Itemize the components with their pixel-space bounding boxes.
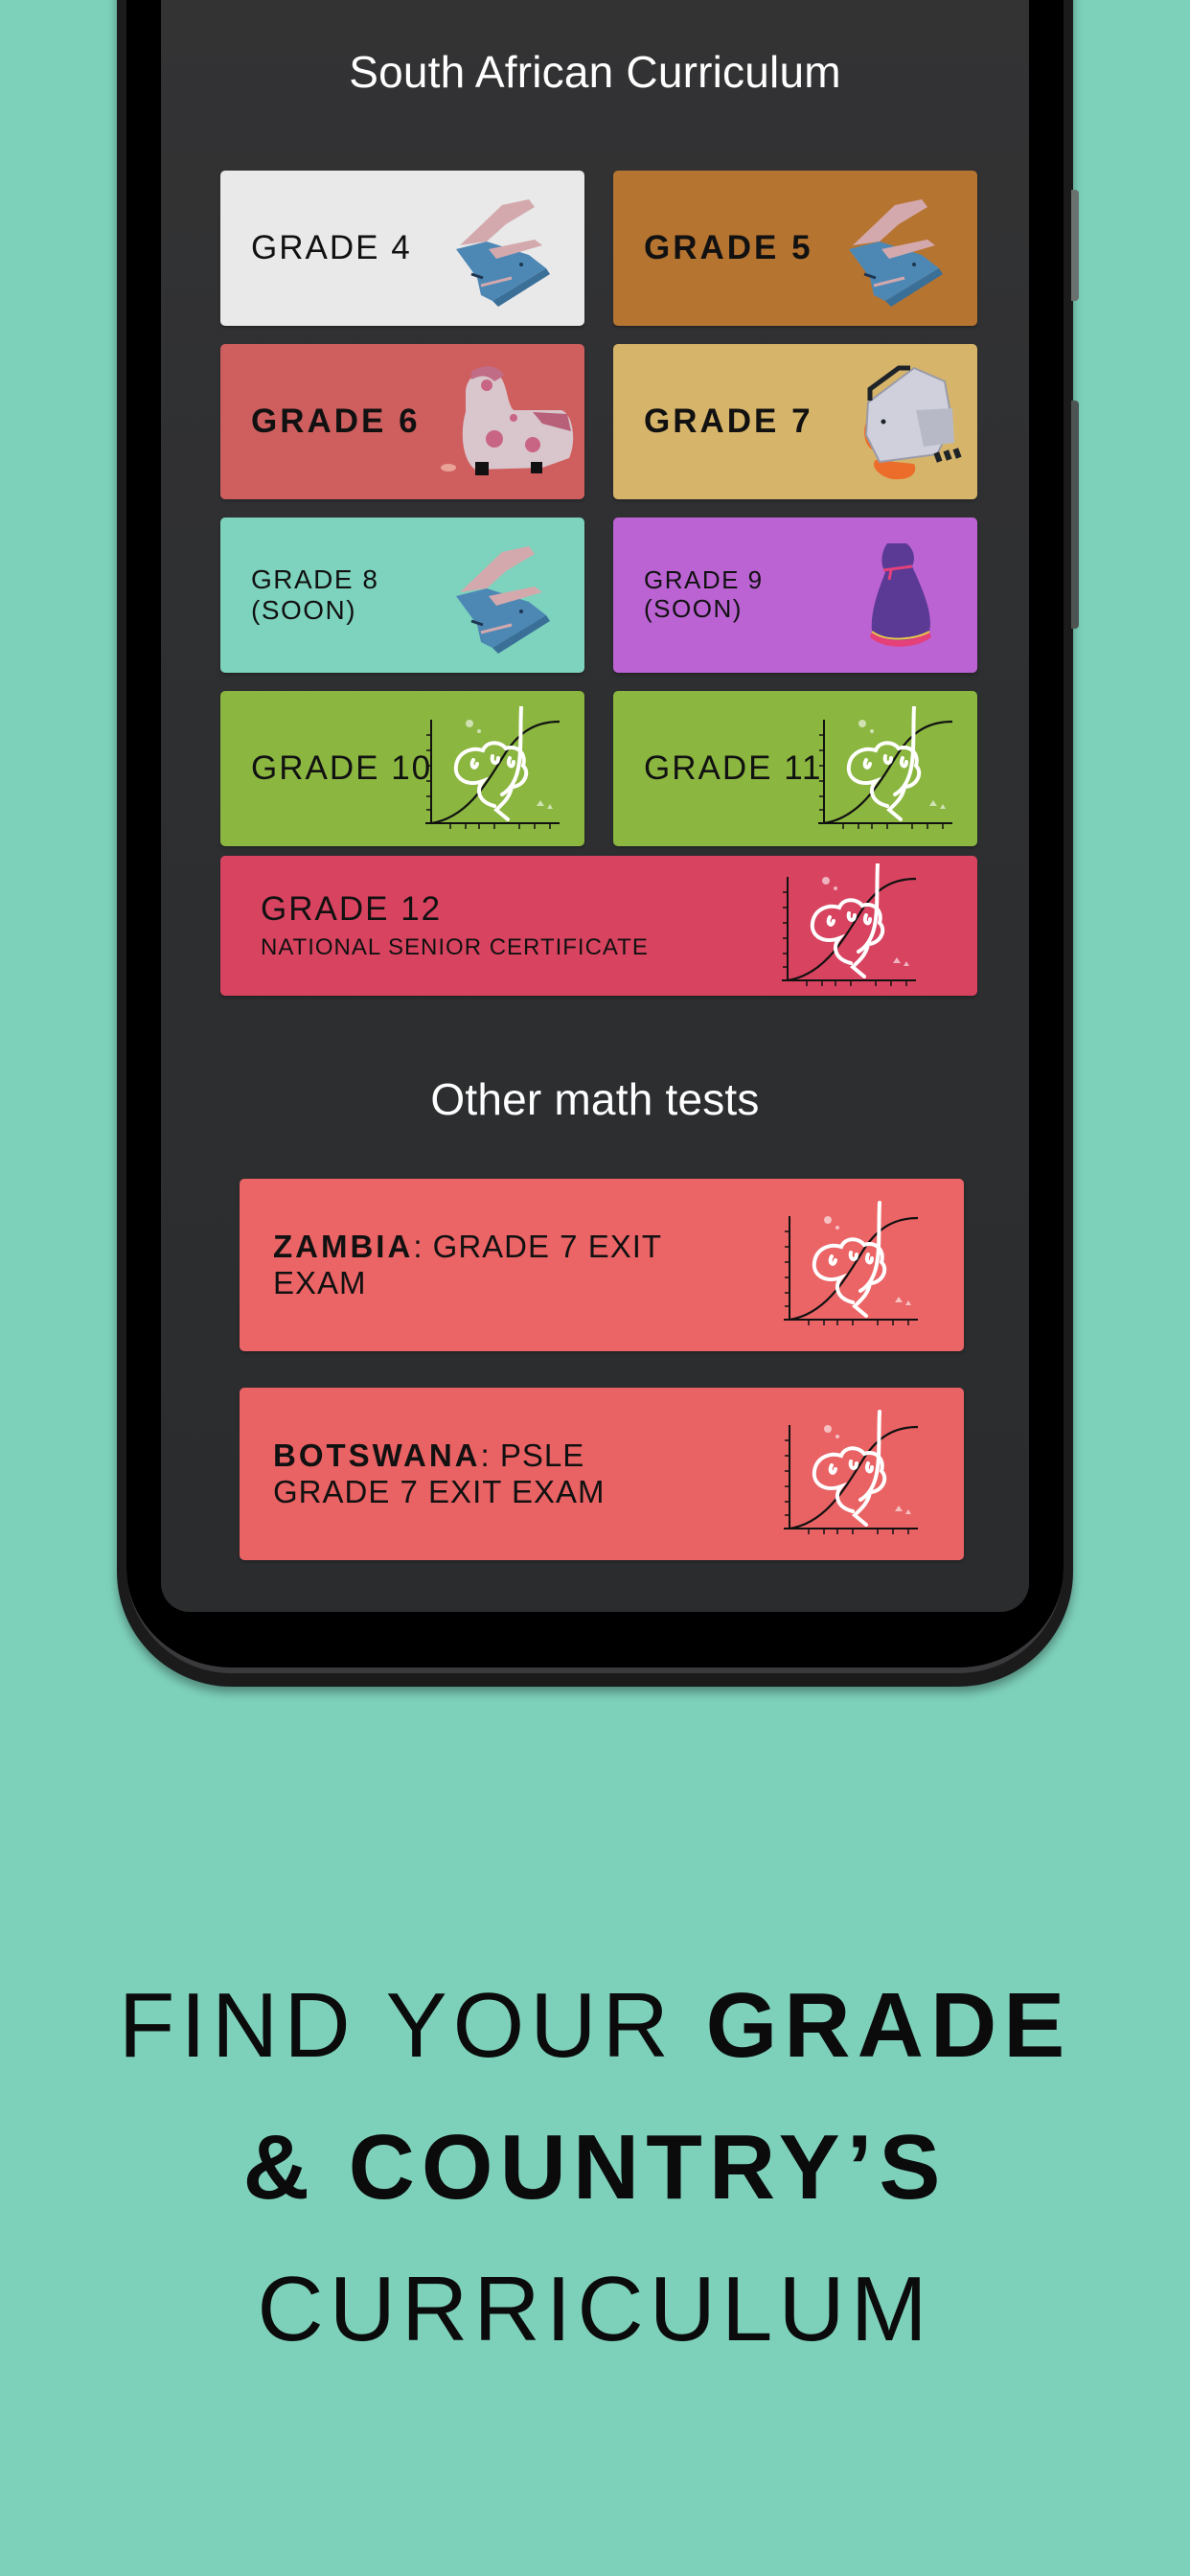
- separator: :: [480, 1438, 491, 1474]
- robot-head-icon: [864, 365, 962, 480]
- grade-label-line1: GRADE 12: [261, 890, 443, 929]
- tagline-bold-text: GRADE: [705, 1974, 1072, 2077]
- test-label: ZAMBIA: GRADE 7 EXIT EXAM: [273, 1229, 662, 1301]
- tagline-line-1: FIND YOUR GRADE: [0, 1955, 1190, 2097]
- test-label: BOTSWANA: PSLE GRADE 7 EXIT EXAM: [273, 1438, 605, 1510]
- paper-plane-creature-icon: [847, 197, 945, 309]
- grade-card-11[interactable]: GRADE 11: [613, 691, 977, 846]
- volume-button: [1071, 190, 1079, 301]
- app-screen: South African Curriculum GRADE 4 GRADE 5…: [161, 0, 1029, 1612]
- marketing-tagline: FIND YOUR GRADE & COUNTRY’S CURRICULUM: [0, 1955, 1190, 2380]
- paper-plane-creature-icon: [454, 197, 552, 309]
- spotted-sheep-icon: [441, 366, 574, 475]
- grade-label: GRADE 6: [251, 402, 421, 440]
- test-card-zambia[interactable]: ZAMBIA: GRADE 7 EXIT EXAM: [240, 1179, 964, 1351]
- grade-card-12[interactable]: GRADE 12 NATIONAL SENIOR CERTIFICATE: [220, 856, 977, 996]
- power-button: [1071, 401, 1079, 629]
- tagline-line-3: CURRICULUM: [257, 2258, 933, 2360]
- grade-label: GRADE 12 NATIONAL SENIOR CERTIFICATE: [261, 890, 649, 961]
- grade-label-line1: GRADE 8: [251, 564, 379, 594]
- section-title-south-africa: South African Curriculum: [349, 47, 841, 97]
- brain-graph-icon: [782, 1410, 920, 1536]
- test-card-botswana[interactable]: BOTSWANA: PSLE GRADE 7 EXIT EXAM: [240, 1388, 964, 1560]
- test-name-line2: EXAM: [273, 1265, 367, 1300]
- soon-label: (SOON): [644, 594, 743, 623]
- grade-card-10[interactable]: GRADE 10: [220, 691, 584, 846]
- grade-card-6[interactable]: GRADE 6: [220, 344, 584, 499]
- brain-graph-icon: [782, 1201, 920, 1327]
- grade-label: GRADE 5: [644, 228, 813, 266]
- grade-label: GRADE 7: [644, 402, 813, 440]
- brain-graph-icon: [816, 706, 954, 831]
- grade-label: GRADE 11: [644, 748, 823, 787]
- brain-graph-icon: [423, 706, 561, 831]
- grade-label-line1: GRADE 9: [644, 565, 764, 595]
- grade-label: GRADE 10: [251, 748, 433, 787]
- paper-plane-creature-icon: [454, 544, 552, 656]
- soon-label: (SOON): [251, 595, 357, 625]
- tagline-light-text: FIND YOUR: [118, 1974, 706, 2077]
- separator: :: [413, 1229, 423, 1265]
- grade-label: GRADE 4: [251, 228, 412, 266]
- tagline-line-2: & COUNTRY’S: [242, 2116, 948, 2219]
- country-name: BOTSWANA: [273, 1438, 481, 1474]
- brain-graph-icon: [780, 863, 918, 988]
- hooded-cloak-icon: [870, 543, 931, 647]
- test-name-line1: GRADE 7 EXIT: [423, 1229, 663, 1265]
- grade-label: GRADE 9 (SOON): [644, 565, 764, 624]
- section-title-other-tests: Other math tests: [430, 1074, 760, 1124]
- grade-card-9[interactable]: GRADE 9 (SOON): [613, 518, 977, 673]
- test-name-line2: GRADE 7 EXIT EXAM: [273, 1474, 606, 1509]
- grade-card-8[interactable]: GRADE 8 (SOON): [220, 518, 584, 673]
- grade-label: GRADE 8 (SOON): [251, 564, 378, 626]
- grade-card-4[interactable]: GRADE 4: [220, 171, 584, 326]
- grade-card-7[interactable]: GRADE 7: [613, 344, 977, 499]
- test-name-line1: PSLE: [490, 1438, 585, 1474]
- country-name: ZAMBIA: [273, 1229, 414, 1265]
- grade-subtitle: NATIONAL SENIOR CERTIFICATE: [261, 934, 649, 961]
- grade-card-5[interactable]: GRADE 5: [613, 171, 977, 326]
